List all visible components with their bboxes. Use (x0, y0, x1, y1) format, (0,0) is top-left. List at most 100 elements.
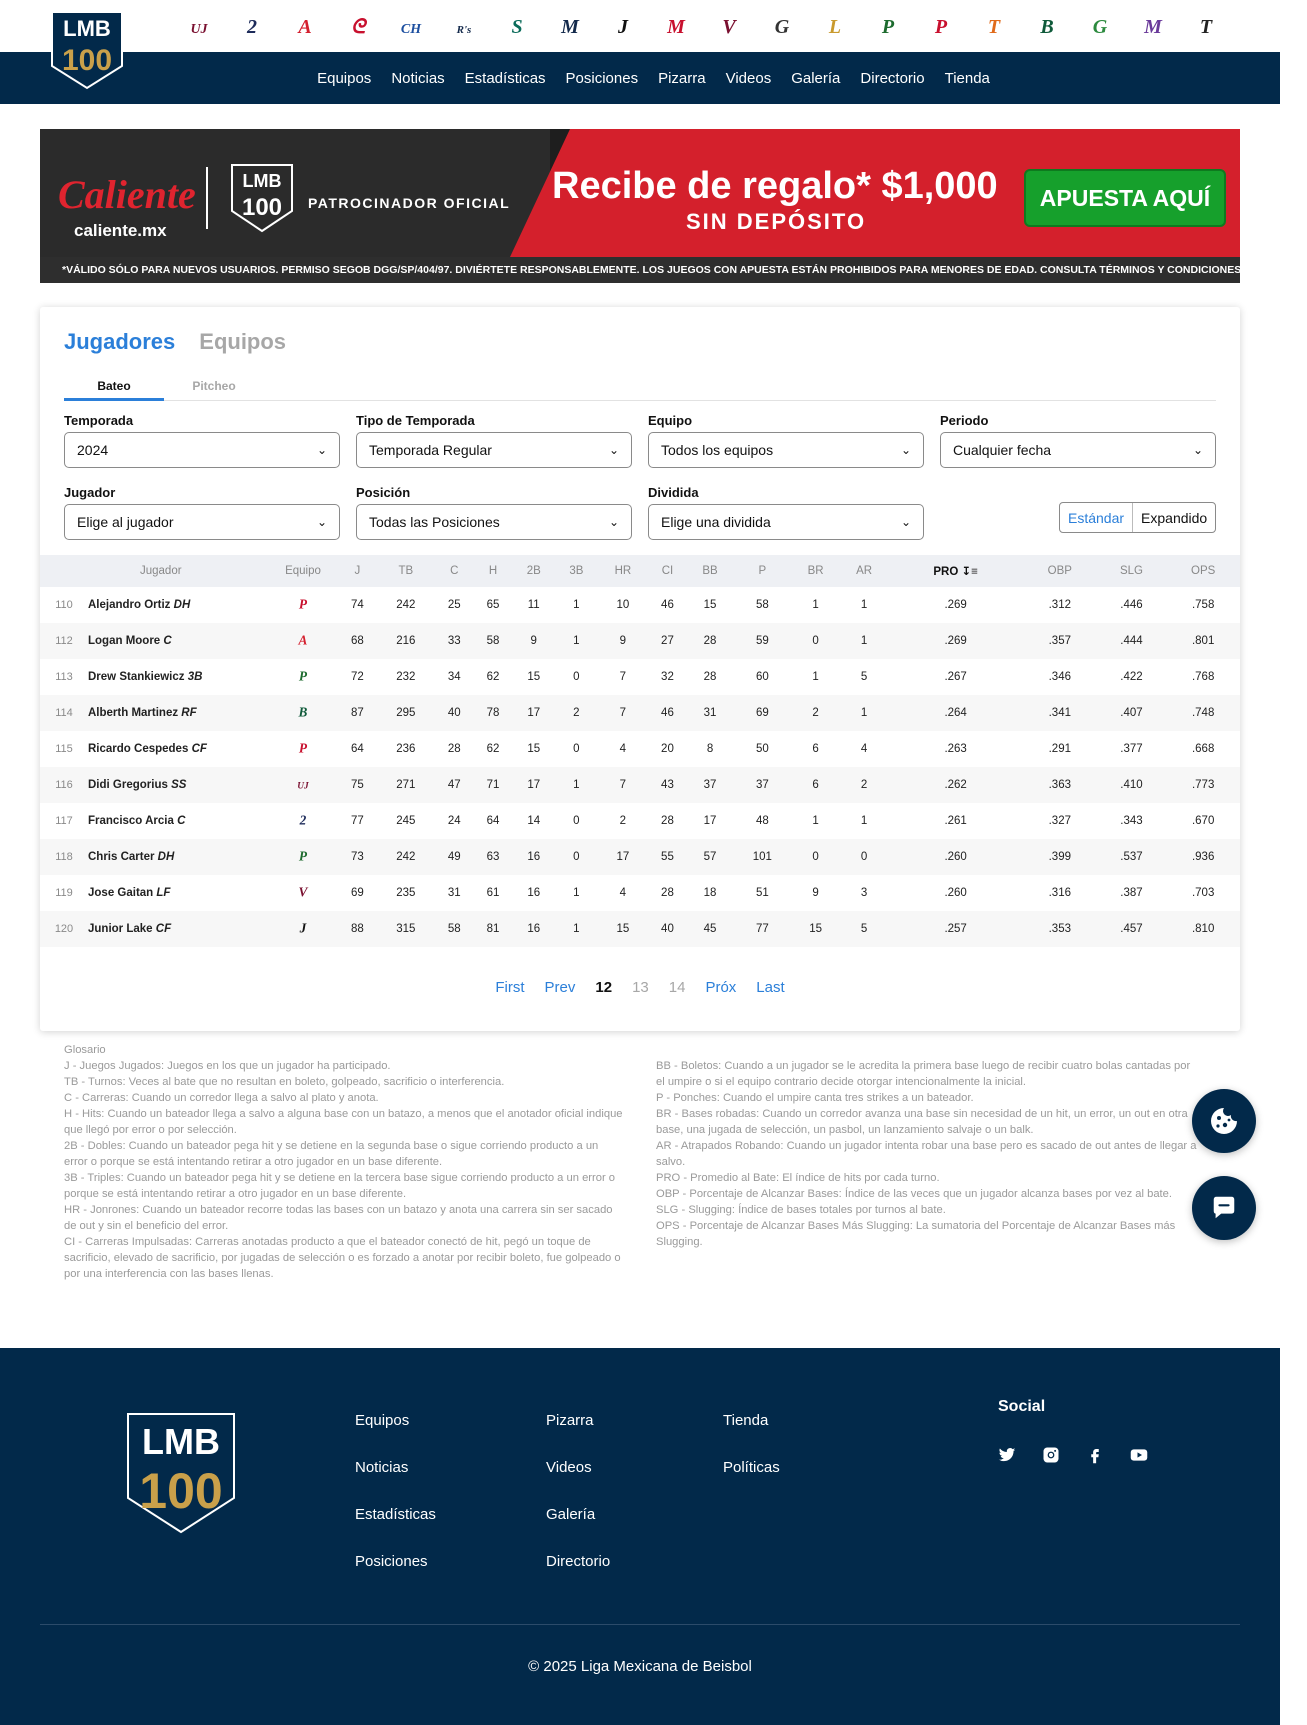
nav-link-galeria[interactable]: Galería (781, 70, 850, 87)
nav-link-estadisticas[interactable]: Estadísticas (455, 70, 556, 87)
charros-icon[interactable]: CH (390, 6, 432, 46)
youtube-icon[interactable] (1130, 1446, 1148, 1464)
table-row[interactable]: 119 Jose Gaitan LF V 69 235 31 61 16 1 4 28 18 51 9 3.… (40, 875, 1240, 911)
player-name[interactable]: Jose Gaitan (88, 887, 153, 899)
col-pro[interactable]: PRO ↧≡ (888, 555, 1024, 587)
player-name[interactable]: Logan Moore (88, 635, 160, 647)
mariachis-icon[interactable]: M (1132, 6, 1174, 46)
player-name[interactable]: Chris Carter (88, 851, 154, 863)
split-select[interactable]: Elige una dividida ⌄ (648, 504, 924, 540)
team-cell[interactable]: A (268, 623, 338, 659)
footer-link-noticias[interactable]: Noticias (355, 1459, 436, 1476)
guerreros-icon[interactable]: G (761, 6, 803, 46)
facebook-icon[interactable] (1086, 1446, 1104, 1464)
pericos-icon[interactable]: P (867, 6, 909, 46)
cookie-settings-button[interactable] (1192, 1089, 1256, 1153)
sultanes-icon[interactable]: M (549, 6, 591, 46)
footer-link-directorio[interactable]: Directorio (546, 1553, 610, 1570)
footer-link-videos[interactable]: Videos (546, 1459, 610, 1476)
player-cell[interactable]: Junior Lake CF (88, 911, 268, 947)
col-h[interactable]: H (473, 555, 513, 587)
nav-link-noticias[interactable]: Noticias (381, 70, 454, 87)
team-cell[interactable]: P (268, 587, 338, 623)
player-name[interactable]: Alberth Martinez (88, 707, 178, 719)
piratas-icon[interactable]: P (289, 591, 317, 617)
period-select[interactable]: Cualquier fecha ⌄ (940, 432, 1216, 468)
position-select[interactable]: Todas las Posiciones ⌄ (356, 504, 632, 540)
player-cell[interactable]: Ricardo Cespedes CF (88, 731, 268, 767)
leones-icon[interactable]: L (814, 6, 856, 46)
col-ops[interactable]: OPS (1166, 555, 1240, 587)
table-row[interactable]: 120 Junior Lake CF J 88 315 58 81 16 1 15 40 45 77 15… (40, 911, 1240, 947)
expanded-view-button[interactable]: Expandido (1133, 503, 1215, 532)
col-c[interactable]: C (434, 555, 474, 587)
team-cell[interactable]: B (268, 695, 338, 731)
table-row[interactable]: 113 Drew Stankiewicz 3B P 72 232 34 62 15 0 7 32 28… (40, 659, 1240, 695)
acereros-icon[interactable]: V (708, 6, 750, 46)
tab-pitching[interactable]: Pitcheo (164, 379, 264, 393)
col-slg[interactable]: SLG (1096, 555, 1167, 587)
team-cell[interactable]: P (268, 659, 338, 695)
jaguares-icon[interactable]: J (602, 6, 644, 46)
season-select[interactable]: 2024 ⌄ (64, 432, 340, 468)
sponsor-banner[interactable]: Caliente caliente.mx LMB 100 PATROCINADO… (40, 129, 1240, 283)
pericos-icon[interactable]: P (289, 843, 317, 869)
generales-icon[interactable]: G (1079, 6, 1121, 46)
tecolotes-icon[interactable]: T (1185, 6, 1227, 46)
player-name[interactable]: Junior Lake (88, 923, 153, 935)
page-last[interactable]: Last (756, 979, 784, 996)
bravos-icon[interactable]: B (289, 699, 317, 725)
season-type-select[interactable]: Temporada Regular ⌄ (356, 432, 632, 468)
piratas-icon[interactable]: P (920, 6, 962, 46)
team-cell[interactable]: J (268, 911, 338, 947)
footer-link-equipos[interactable]: Equipos (355, 1412, 436, 1429)
col-player[interactable]: Jugador (88, 555, 268, 587)
saraperos-icon[interactable]: S (496, 6, 538, 46)
nav-link-directorio[interactable]: Directorio (850, 70, 934, 87)
olmecas-icon[interactable]: ᘓ (337, 6, 379, 46)
col-hr[interactable]: HR (597, 555, 649, 587)
instagram-icon[interactable] (1042, 1446, 1060, 1464)
footer-link-politicas[interactable]: Políticas (723, 1459, 780, 1476)
player-name[interactable]: Francisco Arcia (88, 815, 174, 827)
page-prev[interactable]: Prev (545, 979, 576, 996)
page-next[interactable]: Próx (705, 979, 736, 996)
col-ar[interactable]: AR (839, 555, 889, 587)
col-2b[interactable]: 2B (512, 555, 556, 587)
bet-now-button[interactable]: APUESTA AQUÍ (1024, 169, 1226, 227)
col-j[interactable]: J (338, 555, 377, 587)
tab-teams[interactable]: Equipos (199, 329, 286, 355)
footer-link-estadisticas[interactable]: Estadísticas (355, 1506, 436, 1523)
lmb-100-logo[interactable]: LMB 100 (46, 8, 128, 90)
nav-link-tienda[interactable]: Tienda (935, 70, 1000, 87)
table-row[interactable]: 116 Didi Gregorius SS UJ 75 271 47 71 17 1 7 43 37 3… (40, 767, 1240, 803)
col-bb[interactable]: BB (686, 555, 734, 587)
player-name[interactable]: Didi Gregorius (88, 779, 168, 791)
col-p[interactable]: P (733, 555, 792, 587)
tab-players[interactable]: Jugadores (64, 329, 175, 355)
jaguares-icon[interactable]: J (289, 915, 317, 941)
player-select[interactable]: Elige al jugador ⌄ (64, 504, 340, 540)
player-cell[interactable]: Didi Gregorius SS (88, 767, 268, 803)
rieleros-icon[interactable]: R's (443, 6, 485, 46)
nav-link-pizarra[interactable]: Pizarra (648, 70, 716, 87)
algodoneros-icon[interactable]: A (289, 627, 317, 653)
col-team[interactable]: Equipo (268, 555, 338, 587)
nav-link-videos[interactable]: Videos (716, 70, 782, 87)
footer-lmb-logo[interactable]: LMB 100 (120, 1410, 242, 1536)
page-13[interactable]: 13 (632, 979, 649, 996)
player-cell[interactable]: Drew Stankiewicz 3B (88, 659, 268, 695)
col-br[interactable]: BR (791, 555, 840, 587)
tigres-icon[interactable]: T (973, 6, 1015, 46)
col-obp[interactable]: OBP (1023, 555, 1097, 587)
player-name[interactable]: Ricardo Cespedes (88, 743, 188, 755)
nav-link-posiciones[interactable]: Posiciones (556, 70, 649, 87)
player-cell[interactable]: Francisco Arcia C (88, 803, 268, 839)
col-tb[interactable]: TB (376, 555, 435, 587)
team-cell[interactable]: P (268, 731, 338, 767)
dos-laredos-icon[interactable]: 2 (289, 807, 317, 833)
dos-laredos-icon[interactable]: 2 (231, 6, 273, 46)
footer-link-pizarra[interactable]: Pizarra (546, 1412, 610, 1429)
footer-link-tienda[interactable]: Tienda (723, 1412, 780, 1429)
team-cell[interactable]: P (268, 839, 338, 875)
